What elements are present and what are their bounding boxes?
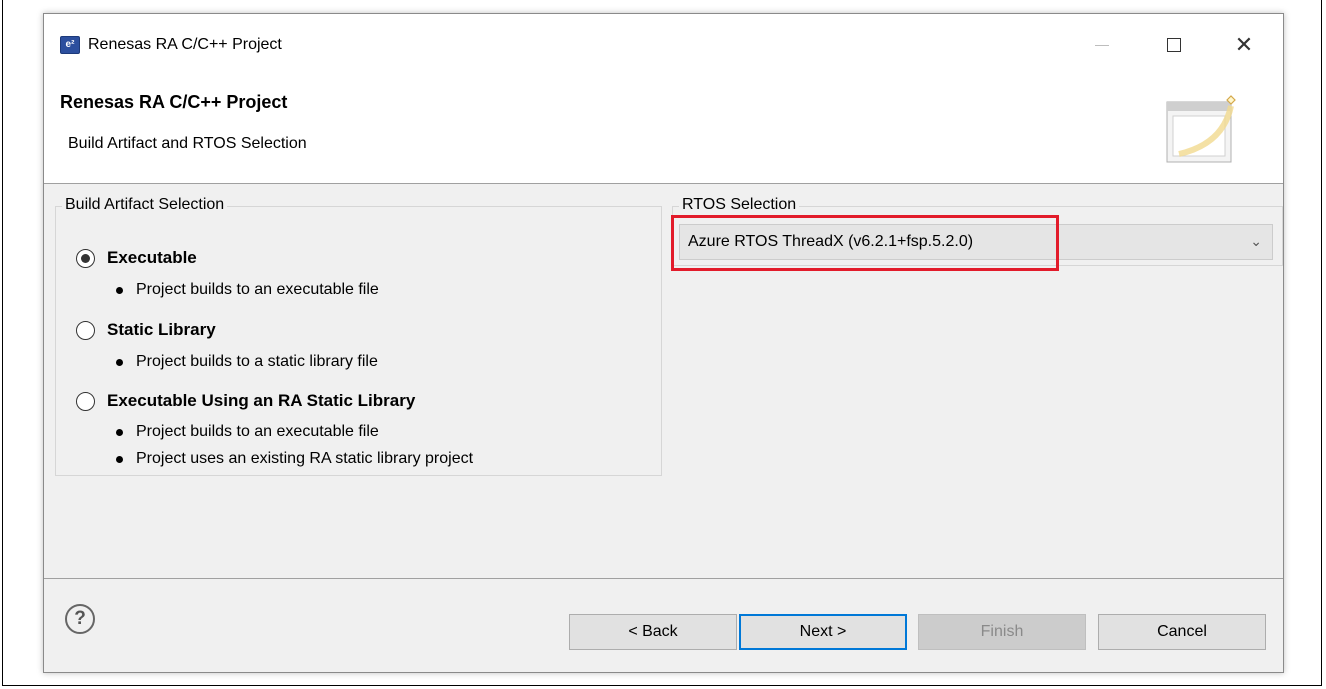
maximize-icon bbox=[1167, 38, 1181, 52]
build-artifact-group: Build Artifact Selection Executable Proj… bbox=[55, 196, 662, 476]
annotation-highlight-box bbox=[671, 215, 1059, 271]
close-button[interactable]: ✕ bbox=[1224, 30, 1264, 60]
cancel-button[interactable]: Cancel bbox=[1098, 614, 1266, 650]
wizard-header: Renesas RA C/C++ Project Build Artifact … bbox=[44, 76, 1283, 184]
radio-label: Executable Using an RA Static Library bbox=[107, 391, 416, 410]
next-button[interactable]: Next > bbox=[739, 614, 907, 650]
help-button[interactable]: ? bbox=[65, 604, 95, 634]
wizard-dialog: e² Renesas RA C/C++ Project ✕ Renesas RA… bbox=[43, 13, 1284, 673]
executable-using-ra-static-library-radio[interactable]: Executable Using an RA Static Library bbox=[76, 391, 415, 411]
radio-unchecked-icon bbox=[76, 391, 95, 411]
bullet-text: Project builds to an executable file bbox=[136, 423, 379, 440]
executable-radio[interactable]: Executable bbox=[76, 248, 197, 268]
bullet-icon bbox=[116, 286, 123, 294]
radio-unchecked-icon bbox=[76, 320, 95, 340]
bullet-icon bbox=[116, 455, 123, 463]
bullet-text: Project builds to a static library file bbox=[136, 353, 378, 370]
build-artifact-legend: Build Artifact Selection bbox=[62, 196, 228, 214]
list-item: Project builds to a static library file bbox=[116, 353, 378, 371]
minimize-icon bbox=[1095, 44, 1109, 46]
help-icon: ? bbox=[74, 608, 86, 629]
close-icon: ✕ bbox=[1234, 32, 1254, 57]
bullet-icon bbox=[116, 358, 123, 366]
page-subtitle: Build Artifact and RTOS Selection bbox=[68, 135, 307, 152]
bullet-text: Project uses an existing RA static libra… bbox=[136, 450, 474, 467]
radio-label: Static Library bbox=[107, 320, 216, 339]
list-item: Project uses an existing RA static libra… bbox=[116, 450, 473, 468]
finish-button[interactable]: Finish bbox=[918, 614, 1086, 650]
maximize-button[interactable] bbox=[1154, 30, 1194, 60]
list-item: Project builds to an executable file bbox=[116, 281, 379, 299]
footer-divider bbox=[44, 578, 1283, 579]
minimize-button[interactable] bbox=[1082, 30, 1122, 60]
page-title: Renesas RA C/C++ Project bbox=[60, 92, 288, 112]
renesas-app-icon: e² bbox=[60, 36, 80, 54]
back-button[interactable]: < Back bbox=[569, 614, 737, 650]
static-library-radio[interactable]: Static Library bbox=[76, 320, 216, 340]
title-bar: e² Renesas RA C/C++ Project ✕ bbox=[44, 14, 1283, 76]
rtos-selection-legend: RTOS Selection bbox=[679, 196, 800, 214]
bullet-icon bbox=[116, 428, 123, 436]
bullet-text: Project builds to an executable file bbox=[136, 281, 379, 298]
radio-checked-icon bbox=[76, 248, 95, 268]
chevron-down-icon: ⌄ bbox=[1250, 233, 1262, 249]
radio-label: Executable bbox=[107, 248, 197, 267]
window-title: Renesas RA C/C++ Project bbox=[88, 36, 282, 53]
new-project-wizard-icon bbox=[1166, 95, 1236, 163]
list-item: Project builds to an executable file bbox=[116, 423, 379, 441]
